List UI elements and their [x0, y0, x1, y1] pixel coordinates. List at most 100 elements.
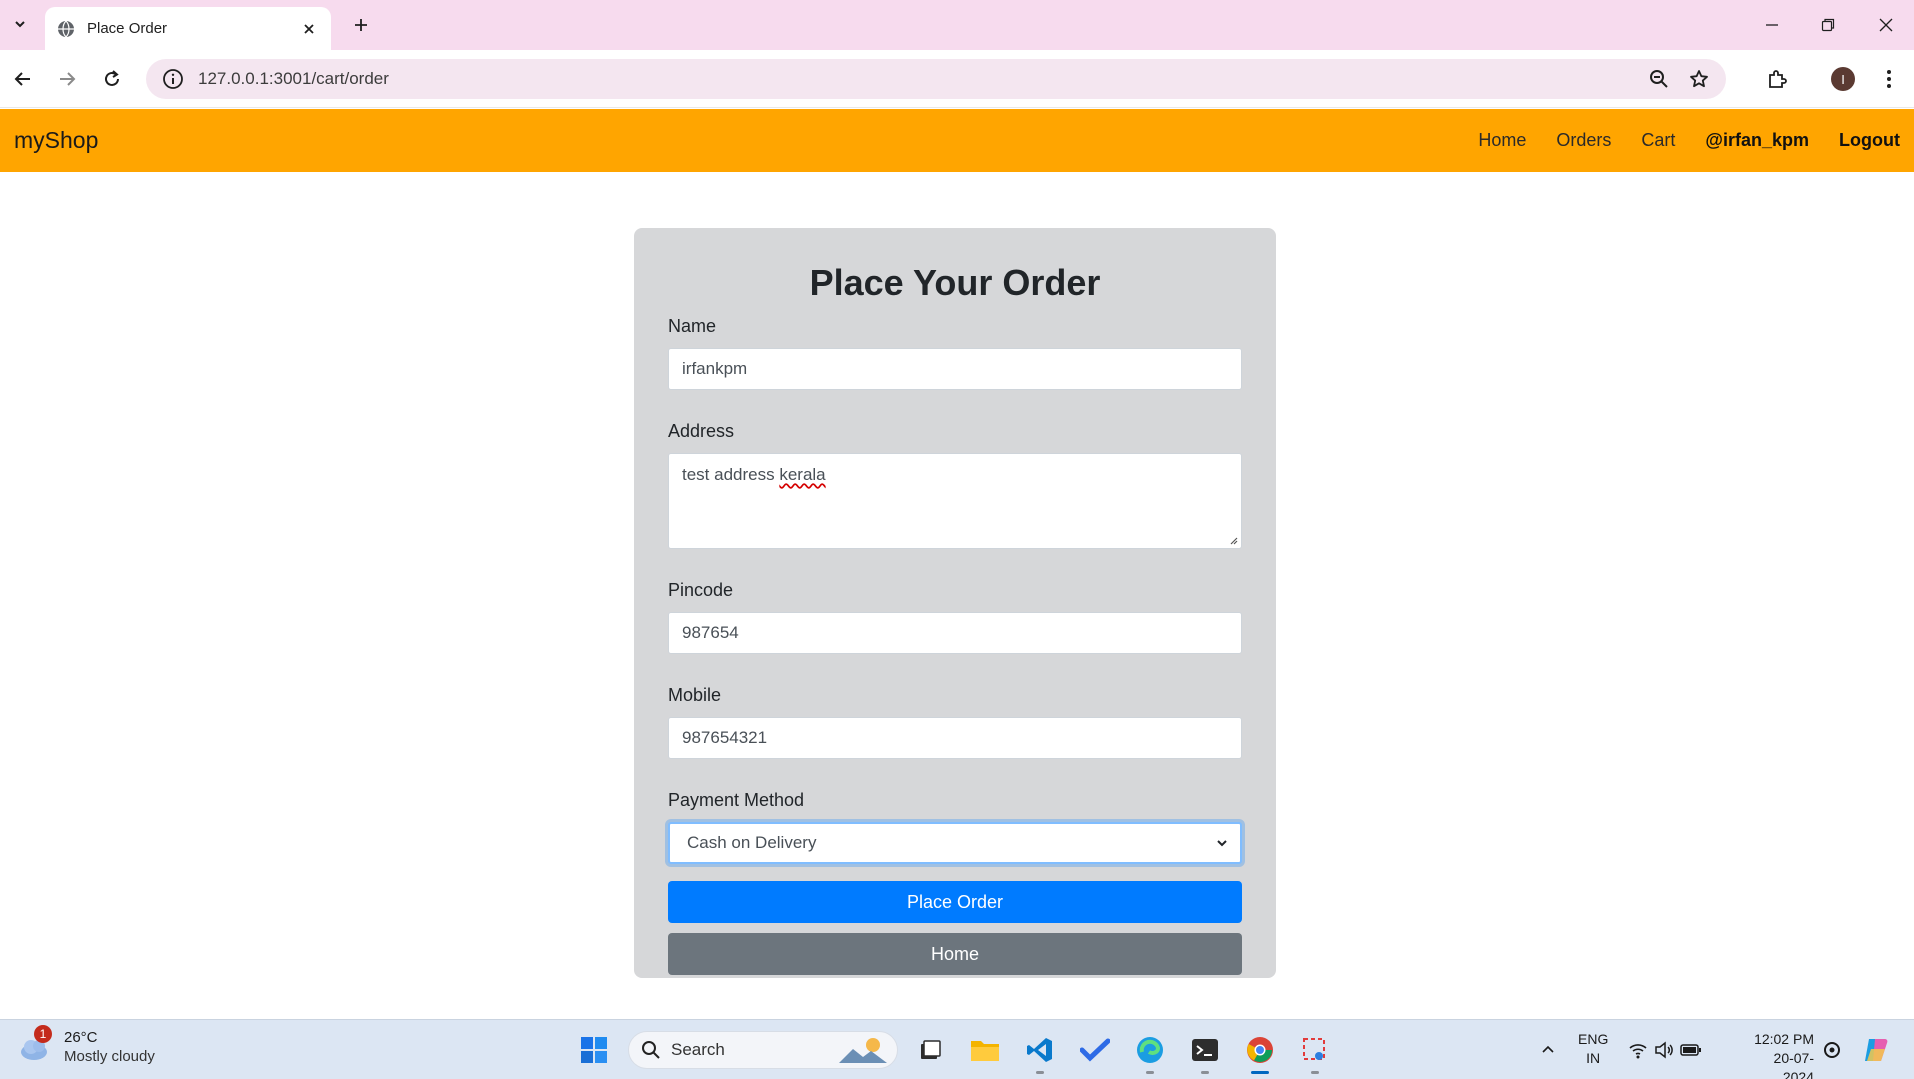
weather-badge: 1 [34, 1025, 52, 1043]
show-hidden-icons-button[interactable] [1530, 1032, 1566, 1068]
mobile-label: Mobile [668, 685, 722, 705]
chrome-icon [1247, 1037, 1273, 1063]
cloud-icon: 1 [18, 1025, 54, 1065]
mobile-input[interactable]: 987654321 [668, 717, 1242, 759]
start-button[interactable] [576, 1032, 612, 1068]
site-info-icon[interactable] [162, 68, 184, 90]
pincode-label: Pincode [668, 580, 734, 600]
arrow-right-icon [60, 72, 76, 86]
search-label: Search [671, 1040, 725, 1059]
address-label: Address [668, 421, 735, 441]
forward-button[interactable] [52, 64, 82, 94]
snipping-tool-button[interactable] [1297, 1032, 1333, 1074]
terminal-button[interactable] [1187, 1032, 1223, 1074]
home-button[interactable]: Home [668, 933, 1242, 975]
nav-orders-link[interactable]: Orders [1556, 130, 1611, 151]
puzzle-icon [1769, 70, 1787, 88]
tab-close-button[interactable] [299, 19, 319, 39]
nav-logout-link[interactable]: Logout [1839, 130, 1900, 151]
minimize-icon [1766, 24, 1778, 26]
weather-widget[interactable]: 1 26°C Mostly cloudy [18, 1025, 155, 1066]
browser-tab-active[interactable]: Place Order [45, 7, 331, 50]
resize-grip-icon[interactable] [1228, 535, 1238, 545]
language-indicator[interactable]: ENG IN [1578, 1030, 1608, 1068]
windows-logo-icon [581, 1037, 607, 1063]
edge-button[interactable] [1132, 1032, 1168, 1074]
url-text[interactable]: 127.0.0.1:3001/cart/order [198, 69, 1646, 89]
place-order-button[interactable]: Place Order [668, 881, 1242, 923]
payment-method-select[interactable]: Cash on Delivery [668, 822, 1242, 864]
file-explorer-button[interactable] [967, 1032, 1003, 1068]
order-form-card: Place Your Order Name irfankpm Address t… [634, 228, 1276, 978]
profile-button[interactable]: I [1828, 64, 1858, 94]
close-icon [1879, 18, 1893, 32]
brand-link[interactable]: myShop [14, 127, 98, 154]
temperature: 26°C [64, 1029, 98, 1046]
taskbar-search[interactable]: Search [628, 1031, 898, 1069]
running-indicator [1146, 1071, 1154, 1074]
task-view-icon [921, 1040, 941, 1059]
name-input[interactable]: irfankpm [668, 348, 1242, 390]
wifi-icon [1629, 1044, 1647, 1059]
vscode-button[interactable] [1022, 1032, 1058, 1074]
payment-label: Payment Method [668, 790, 805, 810]
brand-text: myShop [14, 127, 99, 153]
minimize-button[interactable] [1752, 10, 1792, 40]
name-value: irfankpm [682, 359, 748, 378]
scissors-icon [1303, 1038, 1325, 1060]
copilot-button[interactable] [1858, 1032, 1894, 1068]
zoom-icon [1650, 70, 1668, 88]
address-value-misspelled: kerala [779, 465, 826, 484]
extensions-button[interactable] [1762, 64, 1792, 94]
notifications-button[interactable] [1814, 1032, 1850, 1068]
pincode-input[interactable]: 987654 [668, 612, 1242, 654]
reload-button[interactable] [97, 64, 127, 94]
todo-button[interactable] [1077, 1032, 1113, 1068]
chevron-up-icon [1542, 1045, 1554, 1053]
address-bar[interactable]: 127.0.0.1:3001/cart/order [146, 59, 1726, 99]
running-indicator [1036, 1071, 1044, 1074]
chevron-down-icon [15, 21, 25, 28]
star-icon [1690, 70, 1708, 88]
nav-cart-link[interactable]: Cart [1641, 130, 1675, 151]
tab-title: Place Order [87, 20, 168, 37]
address-textarea[interactable]: test address kerala [668, 453, 1242, 549]
notification-settings-icon [1824, 1042, 1840, 1058]
quick-settings-button[interactable] [1624, 1032, 1706, 1068]
language-region: IN [1586, 1050, 1601, 1066]
page-title: Place Your Order [809, 262, 1101, 303]
close-window-button[interactable] [1866, 10, 1906, 40]
arrow-left-icon [14, 72, 30, 86]
app-navbar: myShop Home Orders Cart @irfan_kpm Logou… [0, 109, 1914, 172]
tab-search-button[interactable] [6, 10, 34, 38]
weather-condition: Mostly cloudy [64, 1048, 155, 1065]
terminal-icon [1192, 1039, 1218, 1061]
avatar: I [1831, 67, 1855, 91]
language-primary: ENG [1578, 1031, 1609, 1047]
running-indicator [1311, 1071, 1319, 1074]
nav-user-link[interactable]: @irfan_kpm [1705, 130, 1809, 151]
mobile-value: 987654321 [682, 728, 768, 747]
zoom-button[interactable] [1646, 66, 1672, 92]
close-icon [304, 23, 314, 34]
back-button[interactable] [8, 64, 38, 94]
task-view-button[interactable] [912, 1032, 948, 1068]
landscape-icon [839, 1038, 887, 1063]
clock[interactable]: 12:02 PM 20-07-2024 [1744, 1030, 1814, 1079]
os-taskbar: 1 26°C Mostly cloudy Search ENG IN 12:02… [0, 1019, 1914, 1079]
restore-button[interactable] [1808, 10, 1848, 40]
pincode-value: 987654 [682, 623, 739, 642]
new-tab-button[interactable] [348, 12, 374, 38]
browser-tab-bar: Place Order [0, 0, 1914, 50]
edge-icon [1137, 1037, 1163, 1063]
address-value-part: test address [682, 465, 780, 484]
browser-menu-button[interactable] [1874, 64, 1904, 94]
bookmark-button[interactable] [1686, 66, 1712, 92]
checkmark-icon [1080, 1038, 1110, 1062]
weather-text: 26°C Mostly cloudy [64, 1028, 155, 1066]
clock-time: 12:02 PM [1754, 1031, 1814, 1047]
nav-home-link[interactable]: Home [1478, 130, 1526, 151]
search-icon [642, 1041, 660, 1059]
clock-date: 20-07-2024 [1773, 1050, 1814, 1079]
chrome-button[interactable] [1242, 1032, 1278, 1074]
